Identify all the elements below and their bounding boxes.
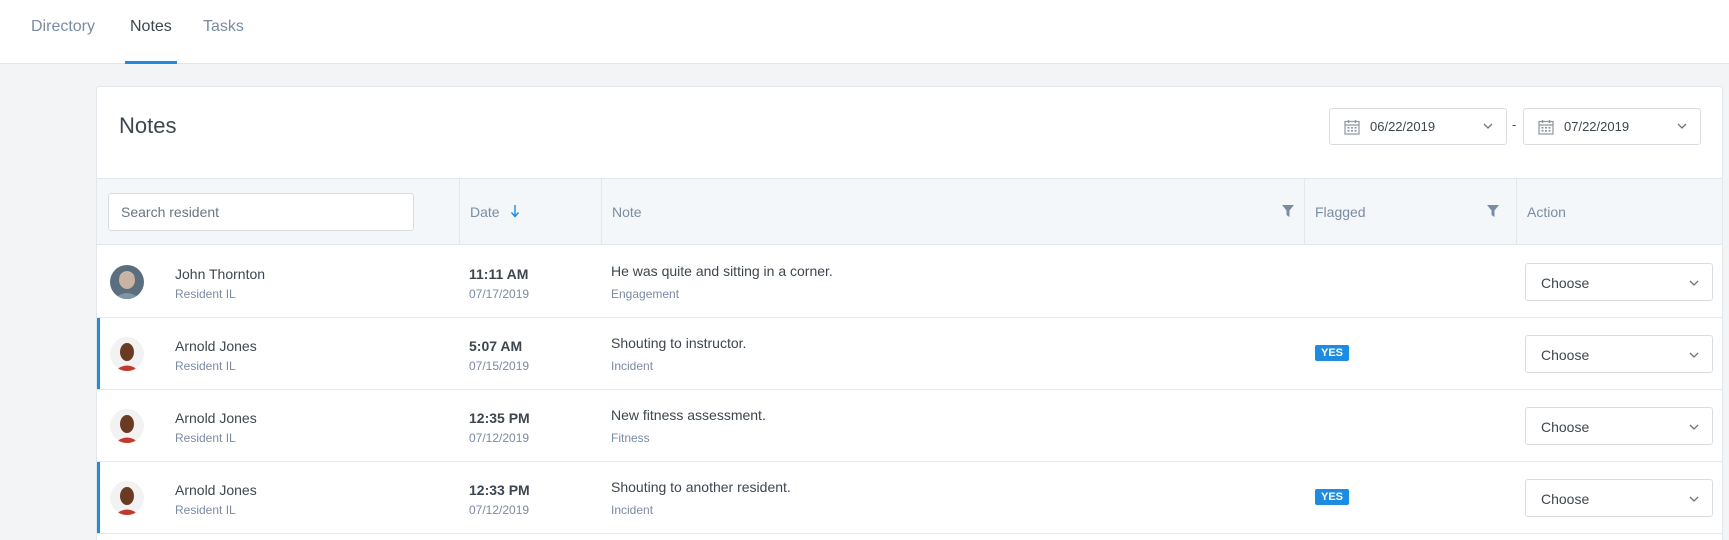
calendar-icon [1344, 120, 1360, 135]
avatar [110, 265, 144, 299]
flagged-badge: YES [1315, 489, 1350, 505]
end-date-value: 07/22/2019 [1564, 119, 1630, 134]
flagged-badge: YES [1315, 345, 1350, 361]
calendar-icon [1538, 120, 1554, 135]
avatar [110, 337, 144, 371]
note-category: Incident [611, 359, 654, 373]
resident-type: Resident IL [175, 287, 236, 301]
note-date: 07/17/2019 [469, 287, 530, 301]
note-text: Shouting to instructor. [611, 335, 747, 351]
chevron-down-icon [1677, 123, 1687, 129]
note-date: 07/12/2019 [469, 431, 530, 445]
table-row[interactable]: John Thornton Resident IL 11:11 AM 07/17… [97, 246, 1722, 318]
start-date-picker[interactable]: 06/22/2019 [1329, 108, 1507, 145]
action-column-label: Action [1527, 204, 1566, 220]
note-date: 07/15/2019 [469, 359, 530, 373]
resident-name[interactable]: John Thornton [175, 266, 265, 282]
tab-directory[interactable]: Directory [31, 18, 95, 64]
date-range-separator: - [1512, 117, 1517, 132]
flagged-column-label: Flagged [1315, 204, 1366, 220]
resident-name[interactable]: Arnold Jones [175, 338, 257, 354]
chevron-down-icon [1689, 496, 1699, 502]
tab-notes[interactable]: Notes [125, 18, 177, 64]
flagged-column-header: Flagged [1304, 179, 1516, 245]
resident-name[interactable]: Arnold Jones [175, 410, 257, 426]
notes-card: Notes 06/22/2019 - 07/22/2019 Date Note … [96, 86, 1723, 540]
date-column-header[interactable]: Date [459, 179, 601, 245]
note-date: 07/12/2019 [469, 503, 530, 517]
note-category: Fitness [611, 431, 650, 445]
note-category: Incident [611, 503, 654, 517]
chevron-down-icon [1689, 424, 1699, 430]
table-header: Date Note Flagged Action [97, 178, 1722, 245]
filter-icon[interactable] [1487, 205, 1499, 217]
note-time: 5:07 AM [469, 338, 523, 354]
tab-tasks[interactable]: Tasks [203, 18, 244, 64]
note-time: 12:35 PM [469, 410, 530, 426]
filter-icon[interactable] [1282, 205, 1294, 217]
avatar [110, 481, 144, 515]
action-select-value: Choose [1541, 419, 1590, 435]
action-column-header: Action [1516, 179, 1722, 245]
table-row[interactable]: Arnold Jones Resident IL 12:33 PM 07/12/… [97, 462, 1722, 534]
note-time: 11:11 AM [469, 266, 529, 282]
action-select-value: Choose [1541, 275, 1590, 291]
note-category: Engagement [611, 287, 680, 301]
avatar [110, 409, 144, 443]
chevron-down-icon [1689, 352, 1699, 358]
chevron-down-icon [1689, 280, 1699, 286]
action-select[interactable]: Choose [1525, 263, 1713, 301]
action-select-value: Choose [1541, 491, 1590, 507]
action-select-value: Choose [1541, 347, 1590, 363]
search-input[interactable] [108, 193, 414, 231]
action-select[interactable]: Choose [1525, 407, 1713, 445]
action-select[interactable]: Choose [1525, 335, 1713, 373]
page-title: Notes [119, 113, 177, 138]
note-column-label: Note [612, 204, 642, 220]
note-time: 12:33 PM [469, 482, 530, 498]
table-row[interactable]: Arnold Jones Resident IL 12:35 PM 07/12/… [97, 390, 1722, 462]
date-column-label: Date [470, 204, 500, 220]
top-navigation: Directory Notes Tasks [0, 0, 1729, 64]
table-row[interactable]: Arnold Jones Resident IL 5:07 AM 07/15/2… [97, 318, 1722, 390]
note-column-header: Note [601, 179, 1304, 245]
resident-name[interactable]: Arnold Jones [175, 482, 257, 498]
action-select[interactable]: Choose [1525, 479, 1713, 517]
note-text: New fitness assessment. [611, 407, 766, 423]
note-text: He was quite and sitting in a corner. [611, 263, 833, 279]
chevron-down-icon [1483, 123, 1493, 129]
resident-type: Resident IL [175, 503, 236, 517]
start-date-value: 06/22/2019 [1370, 119, 1436, 134]
end-date-picker[interactable]: 07/22/2019 [1523, 108, 1701, 145]
resident-type: Resident IL [175, 359, 236, 373]
resident-type: Resident IL [175, 431, 236, 445]
sort-descending-icon[interactable] [510, 204, 520, 218]
note-text: Shouting to another resident. [611, 479, 791, 495]
